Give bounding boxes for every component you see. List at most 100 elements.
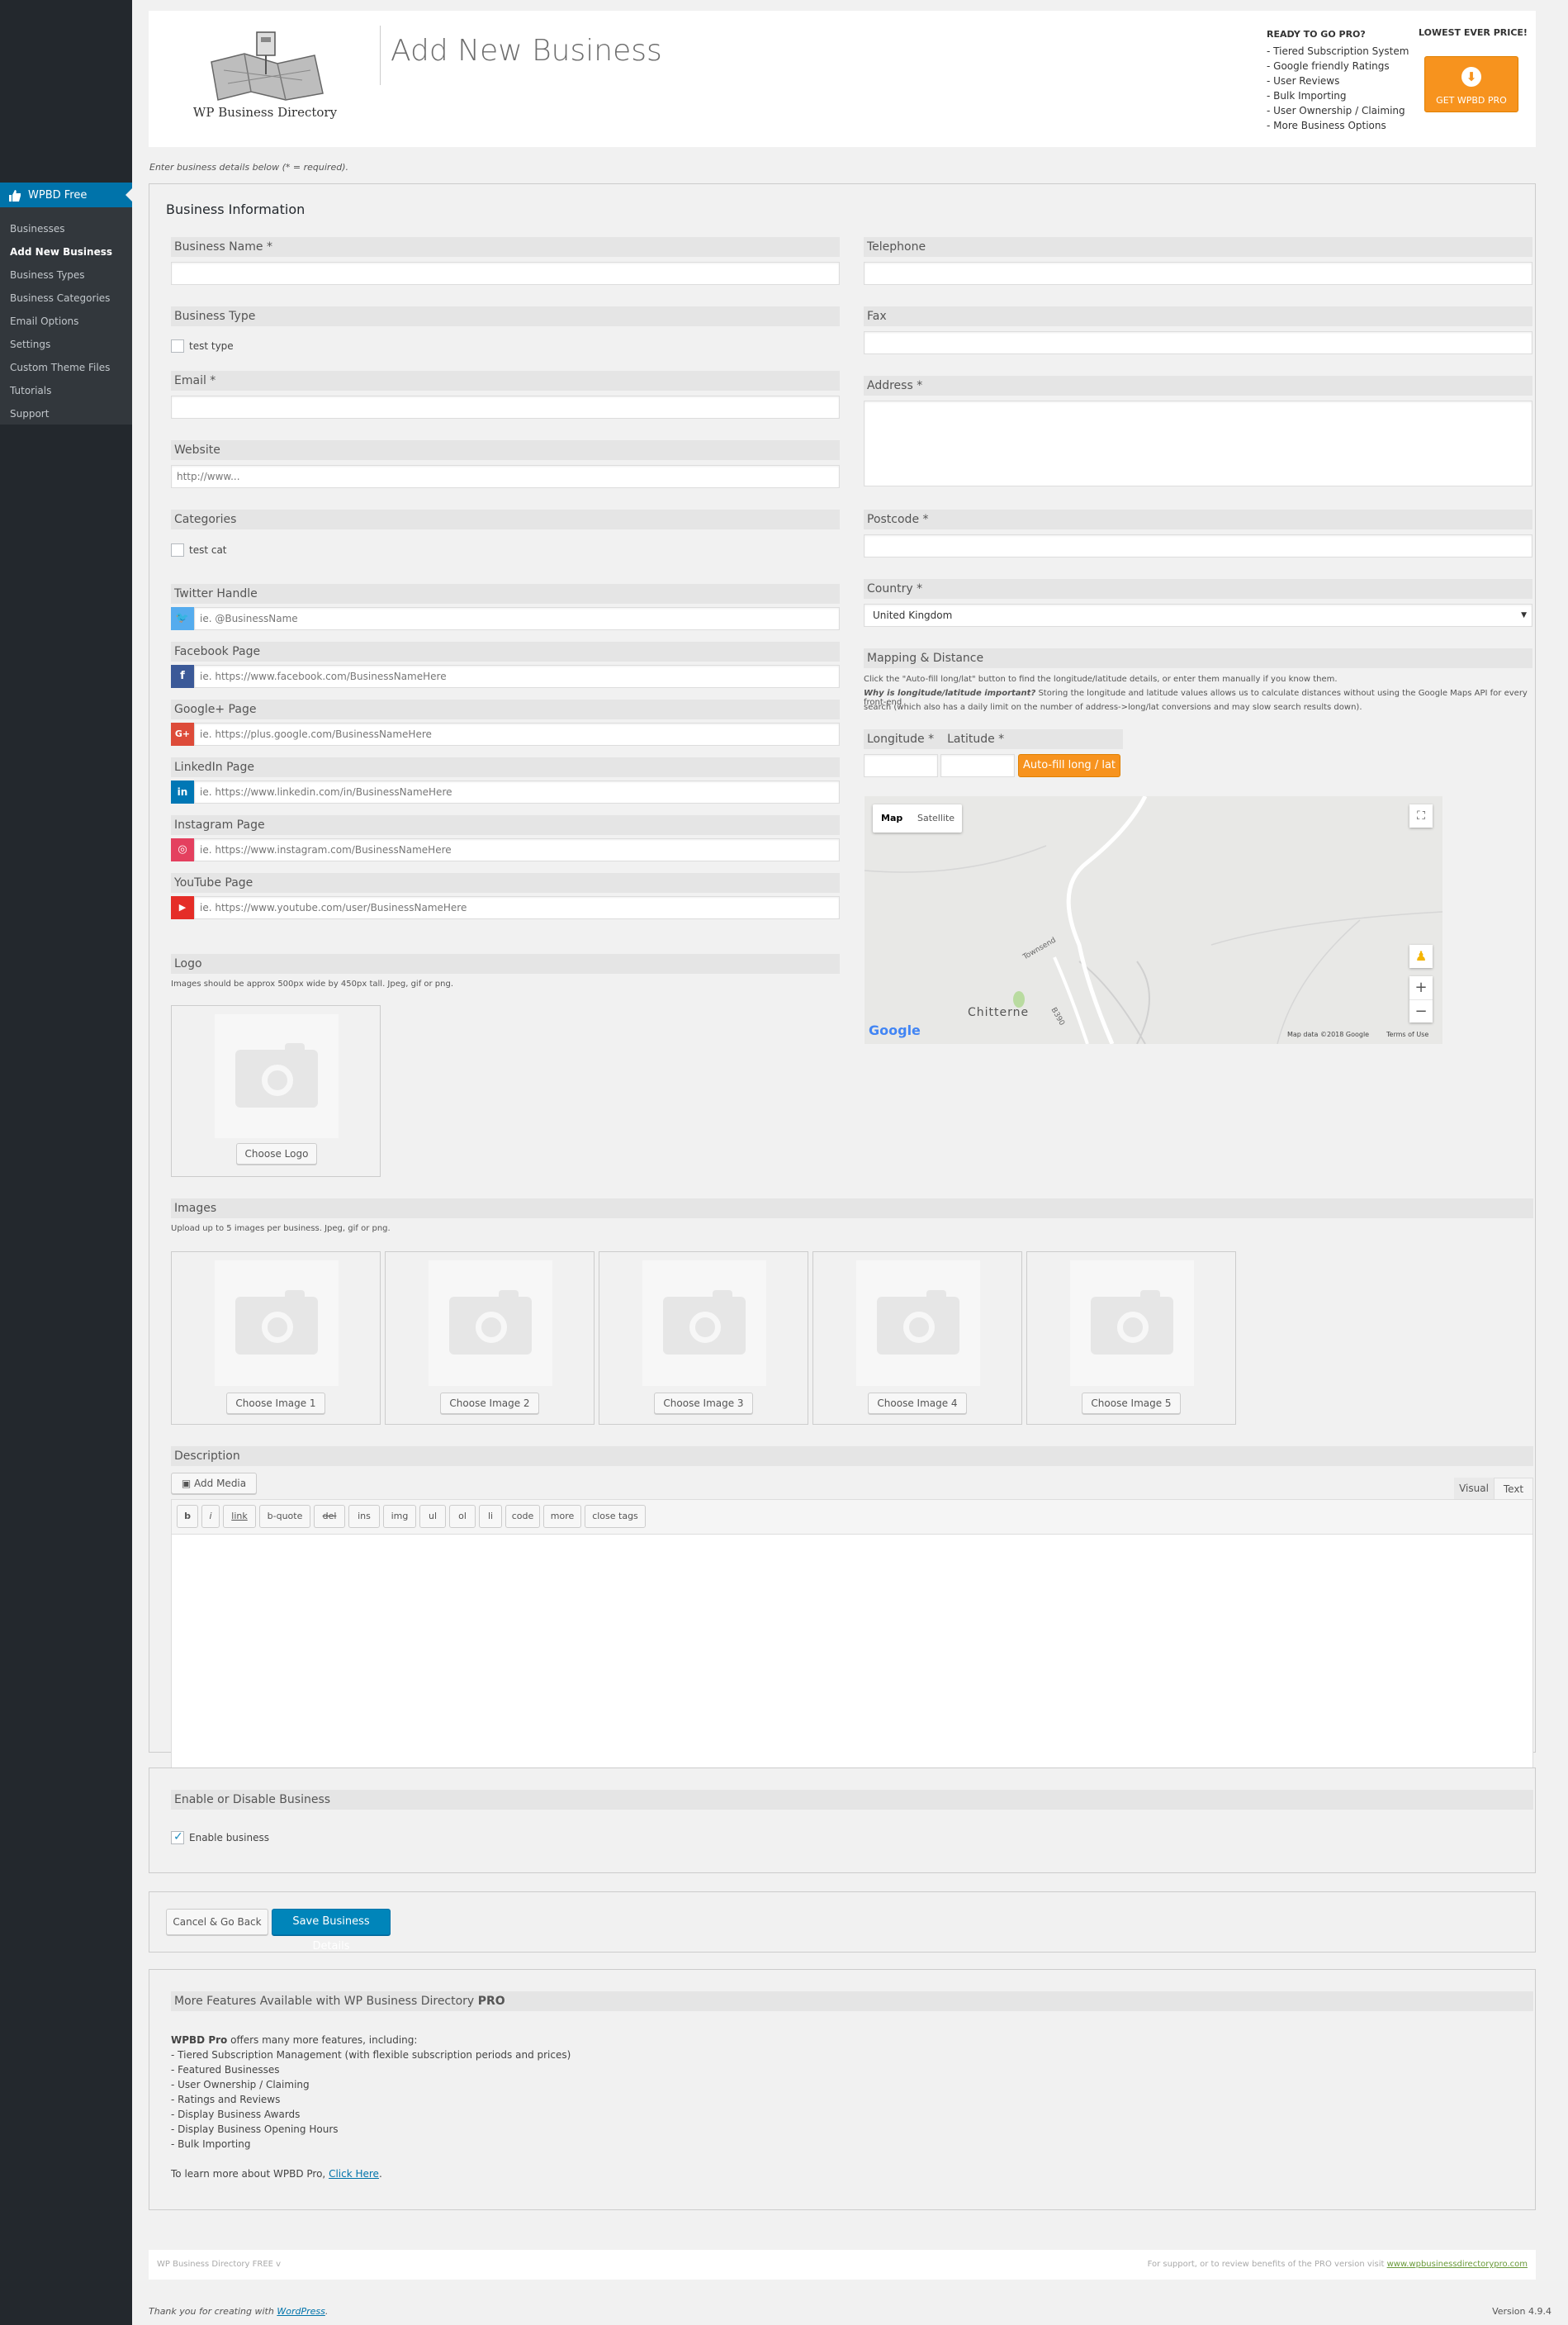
latitude-input[interactable] bbox=[940, 754, 1015, 777]
choose-image-3-button[interactable]: Choose Image 3 bbox=[654, 1393, 753, 1414]
country-select[interactable]: United Kingdom ▼ bbox=[864, 604, 1532, 627]
plugin-menu[interactable]: WPBD Free bbox=[0, 183, 132, 207]
quicktag-ul[interactable]: ul bbox=[419, 1505, 446, 1528]
plugin-submenu: Businesses Add New Business Business Typ… bbox=[0, 207, 132, 425]
map-terms-link[interactable]: Terms of Use bbox=[1386, 1031, 1428, 1038]
map-place-label: Chitterne bbox=[968, 1006, 1030, 1019]
zoom-out-button[interactable]: − bbox=[1409, 999, 1433, 1023]
add-media-label: Add Media bbox=[194, 1478, 247, 1489]
sidebar-item-businesses[interactable]: Businesses bbox=[0, 217, 132, 240]
cancel-button[interactable]: Cancel & Go Back bbox=[166, 1909, 268, 1935]
wordpress-link[interactable]: WordPress bbox=[277, 2306, 325, 2317]
image-placeholder bbox=[215, 1260, 339, 1386]
sidebar-item-settings[interactable]: Settings bbox=[0, 333, 132, 356]
pegman-icon[interactable]: ♟ bbox=[1409, 945, 1433, 968]
category-option: test cat bbox=[189, 544, 227, 556]
images-help: Upload up to 5 images per business. Jpeg… bbox=[171, 1224, 391, 1233]
description-textarea[interactable] bbox=[172, 1535, 1532, 1774]
map-tab[interactable]: Map bbox=[881, 813, 902, 823]
quicktag-link[interactable]: link bbox=[223, 1505, 256, 1528]
facebook-input[interactable]: ie. https://www.facebook.com/BusinessNam… bbox=[194, 665, 840, 688]
twitter-input[interactable]: ie. @BusinessName bbox=[194, 607, 840, 630]
quicktag-close-tags[interactable]: close tags bbox=[585, 1505, 646, 1528]
tab-visual[interactable]: Visual bbox=[1454, 1478, 1494, 1499]
category-checkbox[interactable] bbox=[171, 543, 184, 557]
email-label: Email * bbox=[171, 371, 840, 391]
pro-feature: - Featured Businesses bbox=[171, 2064, 280, 2076]
quicktag-img[interactable]: img bbox=[383, 1505, 416, 1528]
fax-label: Fax bbox=[864, 306, 1532, 326]
get-pro-button[interactable]: ⬇ GET WPBD PRO bbox=[1424, 56, 1518, 112]
sidebar-item-add-new-business[interactable]: Add New Business bbox=[0, 240, 132, 263]
editor: b i link b-quote del ins img ul ol li co… bbox=[171, 1499, 1533, 1775]
image-placeholder bbox=[429, 1260, 552, 1386]
choose-image-4-button[interactable]: Choose Image 4 bbox=[868, 1393, 967, 1414]
zoom-control: + − bbox=[1409, 976, 1433, 1023]
sidebar-item-business-categories[interactable]: Business Categories bbox=[0, 287, 132, 310]
google-plus-input[interactable]: ie. https://plus.google.com/BusinessName… bbox=[194, 723, 840, 746]
map[interactable]: Map Satellite ⛶ ♟ + − Chitterne Townsend… bbox=[865, 796, 1442, 1044]
postcode-label: Postcode * bbox=[864, 510, 1532, 529]
pro-learn: To learn more about WPBD Pro, Click Here… bbox=[171, 2166, 571, 2181]
quicktag-b-quote[interactable]: b-quote bbox=[259, 1505, 310, 1528]
website-input[interactable]: http://www... bbox=[171, 465, 840, 488]
logo-placeholder bbox=[215, 1014, 339, 1138]
enable-checkbox[interactable] bbox=[171, 1830, 184, 1844]
choose-image-2-button[interactable]: Choose Image 2 bbox=[440, 1393, 539, 1414]
quicktag-ins[interactable]: ins bbox=[348, 1505, 380, 1528]
linkedin-input[interactable]: ie. https://www.linkedin.com/in/Business… bbox=[194, 781, 840, 804]
sidebar-item-business-types[interactable]: Business Types bbox=[0, 263, 132, 287]
postcode-input[interactable] bbox=[864, 534, 1532, 558]
image-placeholder bbox=[856, 1260, 980, 1386]
quicktag-ol[interactable]: ol bbox=[449, 1505, 476, 1528]
choose-image-1-button[interactable]: Choose Image 1 bbox=[226, 1393, 325, 1414]
zoom-in-button[interactable]: + bbox=[1409, 976, 1433, 999]
pro-title-text: More Features Available with WP Business… bbox=[174, 1995, 475, 2008]
email-input[interactable] bbox=[171, 396, 840, 419]
facebook-label: Facebook Page bbox=[171, 642, 840, 662]
instagram-input[interactable]: ie. https://www.instagram.com/BusinessNa… bbox=[194, 838, 840, 861]
longitude-label: Longitude * bbox=[867, 733, 935, 746]
tab-text[interactable]: Text bbox=[1494, 1478, 1533, 1499]
long-lat-labels: Longitude * Latitude * bbox=[864, 729, 1123, 749]
click-here-link[interactable]: Click Here bbox=[329, 2168, 379, 2180]
quicktag-b[interactable]: b bbox=[177, 1505, 198, 1528]
image-uploader-2: Choose Image 2 bbox=[385, 1251, 595, 1425]
quicktag-i[interactable]: i bbox=[201, 1505, 220, 1528]
business-name-input[interactable] bbox=[171, 262, 840, 285]
sidebar-item-custom-theme-files[interactable]: Custom Theme Files bbox=[0, 356, 132, 379]
fax-input[interactable] bbox=[864, 331, 1532, 354]
google-logo: Google bbox=[869, 1023, 921, 1038]
sidebar-item-support[interactable]: Support bbox=[0, 402, 132, 425]
type-option: test type bbox=[189, 340, 234, 352]
save-button[interactable]: Save Business Details bbox=[272, 1909, 391, 1953]
choose-logo-button[interactable]: Choose Logo bbox=[236, 1143, 317, 1165]
telephone-label: Telephone bbox=[864, 237, 1532, 257]
satellite-tab[interactable]: Satellite bbox=[917, 813, 955, 823]
wp-version: Version 4.9.4 bbox=[1492, 2306, 1551, 2317]
main-content: WP Business Directory Add New Business R… bbox=[132, 0, 1568, 2325]
twitter-label: Twitter Handle bbox=[171, 584, 840, 604]
pro-site-link[interactable]: www.wpbusinessdirectorypro.com bbox=[1387, 2260, 1528, 2269]
google-plus-icon: G+ bbox=[171, 723, 194, 746]
enable-box: Enable or Disable Business Enable busine… bbox=[149, 1767, 1536, 1873]
sidebar-item-tutorials[interactable]: Tutorials bbox=[0, 379, 132, 402]
telephone-input[interactable] bbox=[864, 262, 1532, 285]
quicktag-more[interactable]: more bbox=[543, 1505, 581, 1528]
address-textarea[interactable] bbox=[864, 401, 1532, 486]
longitude-input[interactable] bbox=[864, 754, 938, 777]
promo-title: READY TO GO PRO? bbox=[1267, 29, 1366, 40]
quicktag-code[interactable]: code bbox=[505, 1505, 540, 1528]
add-media-button[interactable]: ▣ Add Media bbox=[171, 1473, 257, 1494]
quicktag-del[interactable]: del bbox=[314, 1505, 345, 1528]
plugin-menu-label: WPBD Free bbox=[28, 188, 88, 202]
logo-help: Images should be approx 500px wide by 45… bbox=[171, 980, 454, 989]
sidebar-item-email-options[interactable]: Email Options bbox=[0, 310, 132, 333]
quicktag-li[interactable]: li bbox=[479, 1505, 502, 1528]
download-icon: ⬇ bbox=[1461, 67, 1481, 87]
choose-image-5-button[interactable]: Choose Image 5 bbox=[1082, 1393, 1181, 1414]
fullscreen-icon[interactable]: ⛶ bbox=[1409, 804, 1433, 828]
type-checkbox[interactable] bbox=[171, 339, 184, 353]
youtube-input[interactable]: ie. https://www.youtube.com/user/Busines… bbox=[194, 896, 840, 919]
autofill-button[interactable]: Auto-fill long / lat bbox=[1018, 754, 1120, 777]
